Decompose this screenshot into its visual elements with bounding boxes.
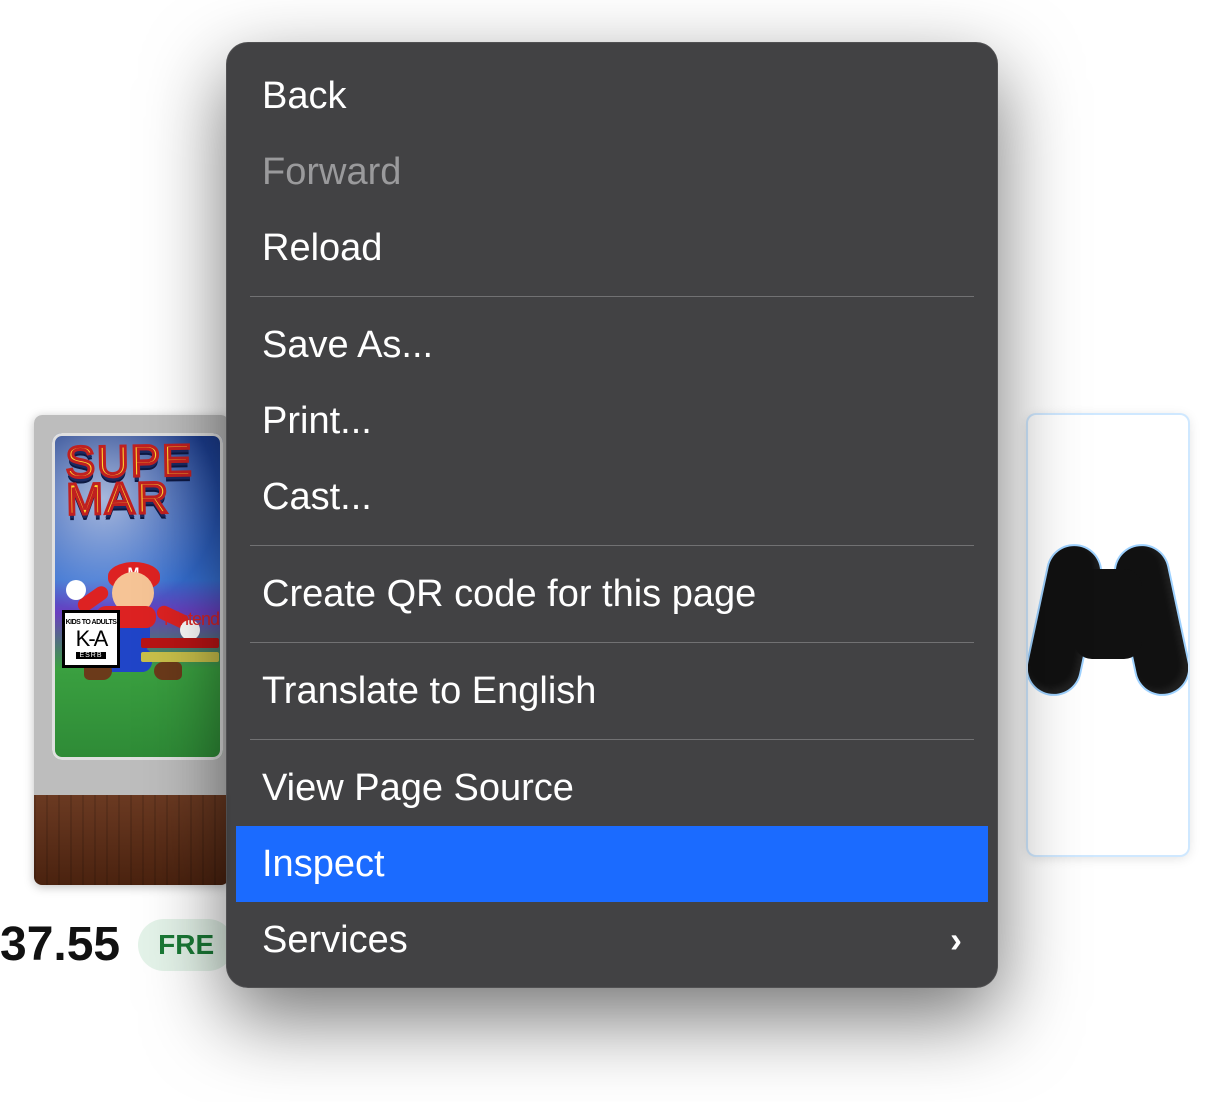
menu-item-create-qr[interactable]: Create QR code for this page [236,556,988,632]
page-background: SUPE MAR KIDS TO ADULTS K-A ESRB Nintend… [0,0,1208,1102]
menu-separator [250,545,974,546]
menu-item-forward: Forward [236,134,988,210]
esrb-rating-box: KIDS TO ADULTS K-A ESRB [62,610,120,668]
context-menu: Back Forward Reload Save As... Print... … [226,42,998,988]
label-fineprint [141,634,219,662]
menu-item-view-source[interactable]: View Page Source [236,750,988,826]
rating-org: ESRB [76,652,105,659]
wood-surface [34,795,229,885]
menu-separator [250,642,974,643]
menu-item-print[interactable]: Print... [236,383,988,459]
chevron-right-icon: › [950,919,962,961]
rating-code: K-A [76,626,107,652]
nintendo-logo: Nintend [164,609,219,630]
menu-separator [250,739,974,740]
game-title: SUPE MAR [65,442,217,519]
menu-item-back[interactable]: Back [236,58,988,134]
price-value: 37.55 [0,917,120,972]
rating-audience: KIDS TO ADULTS [66,619,117,626]
cartridge-label: SUPE MAR KIDS TO ADULTS K-A ESRB Nintend [52,433,223,760]
price-row: 37.55 FRE [0,917,234,972]
menu-item-reload[interactable]: Reload [236,210,988,286]
menu-item-cast[interactable]: Cast... [236,459,988,535]
controller-art [1038,545,1178,725]
menu-item-translate[interactable]: Translate to English [236,653,988,729]
menu-item-save-as[interactable]: Save As... [236,307,988,383]
menu-separator [250,296,974,297]
menu-item-services[interactable]: Services › [236,902,988,978]
menu-item-inspect[interactable]: Inspect [236,826,988,902]
free-shipping-badge: FRE [138,919,234,971]
product-thumbnail-cartridge[interactable]: SUPE MAR KIDS TO ADULTS K-A ESRB Nintend [34,415,229,885]
product-thumbnail-controller[interactable] [1028,415,1188,855]
